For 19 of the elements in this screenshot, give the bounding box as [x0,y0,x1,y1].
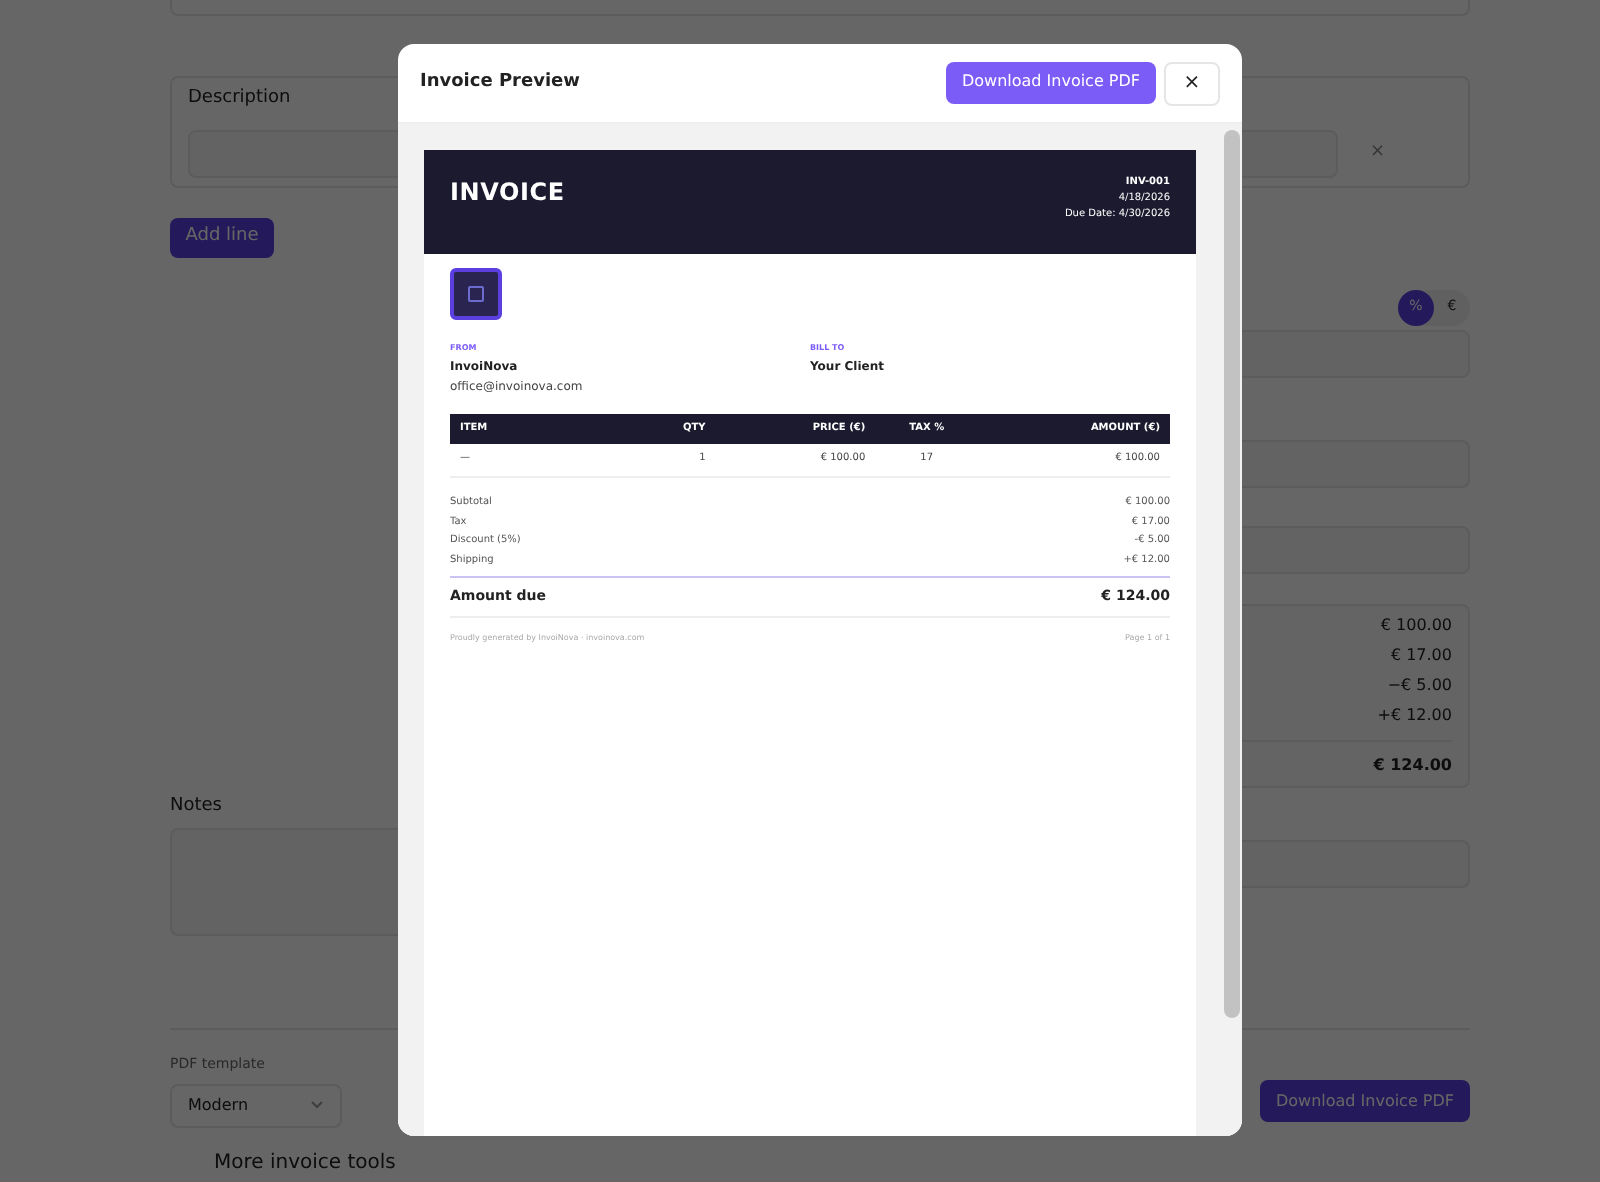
total-value: € 17.00 [1390,643,1452,667]
total-value: −€ 5.00 [1387,673,1452,697]
remove-icon[interactable]: × [1370,139,1386,167]
scrollbar[interactable] [1224,130,1240,1018]
company-logo [450,268,502,320]
download-pdf-button[interactable]: Download Invoice PDF [1260,1080,1470,1122]
download-pdf-button[interactable]: Download Invoice PDF [946,61,1156,103]
dialog-title: Invoice Preview [420,69,580,96]
field-label: Description [188,86,293,112]
add-line-button[interactable]: Add line [170,217,274,257]
chevron-down-icon [310,1100,324,1110]
total-value: € 100.00 [1380,613,1452,637]
field-label: Notes [170,793,224,819]
total-due: € 124.00 [1373,753,1452,777]
section-heading: More invoice tools [214,1149,398,1177]
close-button[interactable]: × [1164,61,1220,105]
invoice-title: INVOICE [450,176,565,210]
total-value: +€ 12.00 [1377,703,1452,727]
template-select[interactable]: Modern [170,1083,342,1127]
